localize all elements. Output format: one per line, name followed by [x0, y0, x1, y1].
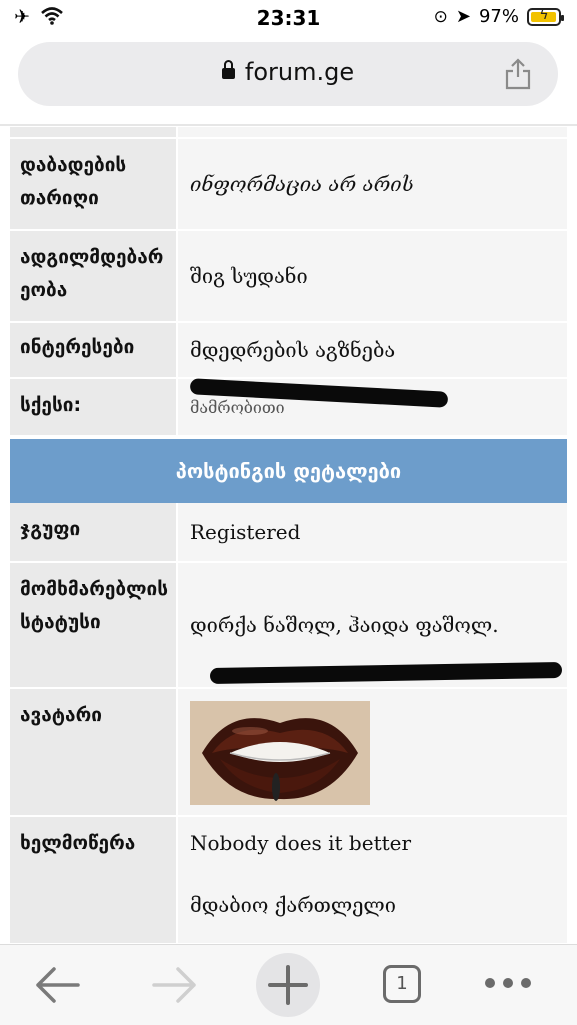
avatar-cell [178, 689, 567, 815]
table-row-avatar: ავატარი [10, 689, 567, 817]
location-label: ადგილმდებარეობა [10, 231, 176, 321]
user-status-label: მომხმარებლის სტატუსი [10, 563, 176, 687]
url-display[interactable]: forum.ge [18, 58, 558, 86]
interests-label: ინტერესები [10, 323, 176, 377]
forward-arrow-icon[interactable] [150, 967, 198, 1003]
group-value: Registered [178, 503, 567, 561]
label-cell [10, 127, 176, 137]
header-divider [0, 124, 577, 126]
status-bar: ✈ 23:31 ⊙ ➤ 97% ϟ [0, 0, 577, 38]
status-right-icons: ⊙ ➤ 97% ϟ [433, 6, 564, 27]
signature-line-1: Nobody does it better [190, 831, 412, 855]
rotation-lock-icon: ⊙ [433, 6, 448, 27]
url-text: forum.ge [244, 58, 355, 86]
lock-icon [221, 60, 235, 79]
new-tab-button[interactable] [256, 953, 320, 1017]
table-row-signature: ხელმოწერა Nobody does it better მდაბიო ქ… [10, 817, 567, 943]
signature-cell: Nobody does it better მდაბიო ქართლელი [178, 817, 567, 943]
tab-count-button[interactable]: 1 [383, 965, 421, 1003]
table-row-location: ადგილმდებარეობა შიგ სუდანი [10, 231, 567, 323]
birth-date-label: დაბადების თარიღი [10, 139, 176, 229]
location-value: შიგ სუდანი [178, 231, 567, 321]
address-bar[interactable]: forum.ge [18, 42, 558, 106]
posting-details-header: პოსტინგის დეტალები [10, 439, 567, 503]
profile-table: დაბადების თარიღი ინფორმაცია არ არის ადგი… [10, 127, 567, 943]
value-cell [178, 127, 567, 137]
browser-toolbar: 1 [0, 944, 577, 1025]
more-menu-icon[interactable] [484, 975, 532, 994]
share-icon[interactable] [504, 58, 532, 90]
table-row-cut [10, 127, 567, 139]
plus-icon [268, 965, 308, 1005]
signature-label: ხელმოწერა [10, 817, 176, 943]
avatar-label: ავატარი [10, 689, 176, 815]
gender-label: სქესი: [10, 379, 176, 435]
back-arrow-icon[interactable] [34, 967, 82, 1003]
charging-bolt-icon: ϟ [539, 6, 549, 23]
table-row-group: ჯგუფი Registered [10, 503, 567, 563]
signature-line-2: მდაბიო ქართლელი [190, 893, 396, 917]
location-arrow-icon: ➤ [455, 6, 471, 27]
battery-icon: ϟ [527, 6, 564, 26]
table-row-birth-date: დაბადების თარიღი ინფორმაცია არ არის [10, 139, 567, 231]
battery-percent: 97% [478, 6, 519, 27]
group-label: ჯგუფი [10, 503, 176, 561]
interests-value: მდედრების აგზნება [178, 323, 567, 377]
birth-date-value: ინფორმაცია არ არის [178, 139, 567, 229]
lips-image [190, 701, 370, 805]
table-row-interests: ინტერესები მდედრების აგზნება [10, 323, 567, 379]
avatar-image [190, 701, 370, 805]
